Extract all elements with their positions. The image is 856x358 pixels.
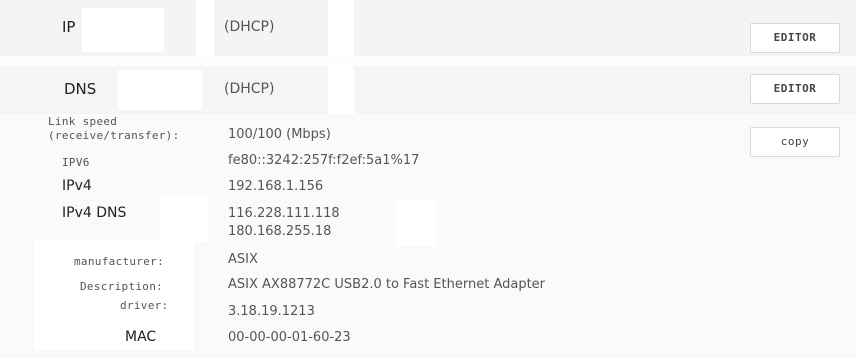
driver-value: 3.18.19.1213: [228, 304, 315, 319]
ipv4-dns-secondary: 180.168.255.18: [228, 224, 332, 239]
redacted-block: [82, 8, 164, 52]
ipv4-label: IPv4: [62, 178, 92, 194]
manufacturer-label: manufacturer:: [74, 255, 164, 268]
link-speed-label-line2: (receive/transfer):: [48, 129, 180, 142]
ip-label: IP: [62, 18, 76, 36]
ipv4-dns-primary: 116.228.111.118: [228, 206, 340, 221]
link-speed-label-line1: Link speed: [48, 115, 118, 128]
dns-value: (DHCP): [224, 81, 275, 97]
ip-value: (DHCP): [224, 19, 275, 35]
description-value: ASIX AX88772C USB2.0 to Fast Ethernet Ad…: [228, 277, 546, 292]
row-separator: [0, 56, 856, 66]
redacted-block: [118, 70, 202, 110]
copy-button[interactable]: copy: [750, 127, 840, 157]
link-speed-value: 100/100 (Mbps): [228, 127, 331, 142]
ipv4-value: 192.168.1.156: [228, 179, 324, 194]
ipv6-value: fe80::3242:257f:f2ef:5a1%17: [228, 153, 420, 168]
redacted-block: [328, 0, 354, 56]
mac-value: 00-00-00-01-60-23: [228, 330, 351, 345]
redacted-block: [160, 196, 208, 242]
network-properties-panel: IP (DHCP) EDITOR DNS (DHCP) EDITOR Link …: [0, 0, 856, 358]
manufacturer-value: ASIX: [228, 252, 258, 267]
mac-label: MAC: [125, 329, 157, 345]
redacted-block: [396, 200, 436, 246]
description-label: Description:: [80, 280, 164, 293]
adapter-details: Link speed (receive/transfer): 100/100 (…: [0, 114, 856, 358]
ip-editor-button[interactable]: EDITOR: [750, 23, 840, 53]
ip-setting-row: IP (DHCP) EDITOR: [0, 0, 856, 57]
ipv6-label: IPV6: [62, 156, 90, 169]
driver-label: driver:: [120, 299, 169, 312]
dns-label: DNS: [64, 80, 97, 98]
redacted-block: [328, 66, 354, 114]
dns-editor-button[interactable]: EDITOR: [750, 74, 840, 104]
dns-setting-row: DNS (DHCP) EDITOR: [0, 66, 856, 115]
ipv4-dns-label: IPv4 DNS: [62, 205, 127, 221]
redacted-block: [196, 0, 214, 56]
